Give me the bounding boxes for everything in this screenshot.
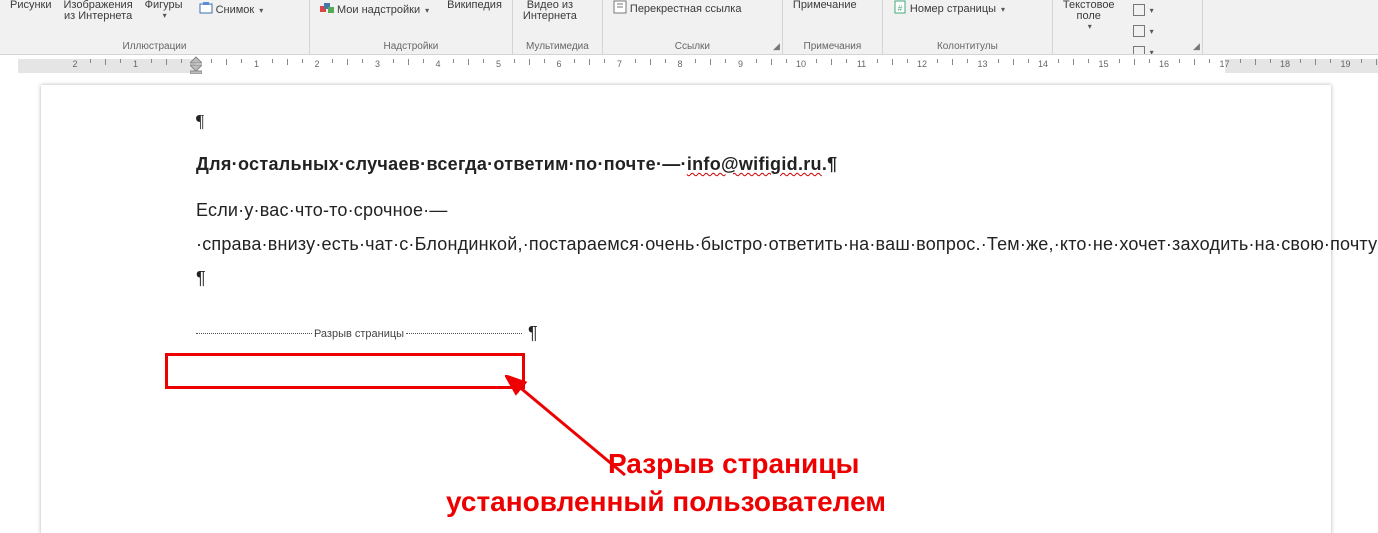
page-break-label: Разрыв страницы: [312, 328, 406, 340]
cross-reference-label: Перекрестная ссылка: [630, 4, 742, 15]
ruler-number: 9: [738, 59, 743, 69]
group-label-headerfooter: Колонтитулы: [889, 41, 1046, 54]
ruler-number: 16: [1159, 59, 1169, 69]
cross-reference-button[interactable]: Перекрестная ссылка: [609, 0, 746, 19]
chevron-down-icon: ▾: [425, 6, 429, 15]
horizontal-ruler[interactable]: 2112345678910111213141516171819: [0, 55, 1378, 75]
annotation-text-line2: установленный пользователем: [446, 485, 886, 519]
online-images-label: Изображения из Интернета: [64, 0, 133, 22]
page-number-icon: #: [893, 0, 907, 19]
ruler-number: 12: [917, 59, 927, 69]
chevron-down-icon: ▾: [1150, 6, 1154, 15]
document-stage: ¶ Для·остальных·случаев·всегда·ответим·п…: [0, 75, 1378, 533]
quick-parts-button[interactable]: ▾: [1129, 0, 1158, 20]
pilcrow-mark: ¶: [196, 111, 1176, 132]
online-video-button[interactable]: Видео из Интернета: [519, 0, 581, 36]
bold-text: Для·остальных·случаев·всегда·ответим·по·…: [196, 154, 687, 174]
text-box-label: Текстовое поле: [1063, 0, 1115, 22]
ribbon-group-comments: Примечание Примечания: [783, 0, 883, 54]
my-addins-button[interactable]: Мои надстройки ▾: [316, 0, 433, 20]
quick-parts-icon: [1133, 4, 1145, 16]
chevron-down-icon: ▾: [163, 11, 167, 20]
text-box-button[interactable]: Текстовое поле ▾: [1059, 0, 1119, 36]
annotation-text-line1: Разрыв страницы: [608, 447, 859, 481]
ruler-number: 8: [677, 59, 682, 69]
ruler-number: 6: [556, 59, 561, 69]
chevron-down-icon: ▾: [1088, 22, 1092, 31]
page-number-label: Номер страницы: [910, 4, 996, 15]
shapes-button[interactable]: Фигуры ▾: [141, 0, 187, 36]
svg-text:#: #: [898, 4, 903, 13]
my-addins-label: Мои надстройки: [337, 5, 420, 16]
drop-cap-icon: [1133, 46, 1145, 55]
ruler-number: 13: [977, 59, 987, 69]
ribbon-group-links: Перекрестная ссылка Ссылки ◢: [603, 0, 783, 54]
wikipedia-button[interactable]: Википедия: [443, 0, 506, 36]
group-label-illustrations: Иллюстрации: [6, 41, 303, 54]
ribbon-group-media: Видео из Интернета Мультимедиа: [513, 0, 603, 54]
pictures-label: Рисунки: [10, 0, 52, 11]
ruler-number: 19: [1340, 59, 1350, 69]
page-number-button[interactable]: # Номер страницы ▾: [889, 0, 1009, 19]
chevron-down-icon: ▾: [1150, 27, 1154, 36]
ribbon-group-addins: Мои надстройки ▾ Википедия Надстройки: [310, 0, 513, 54]
group-label-links: Ссылки: [609, 41, 776, 54]
chevron-down-icon: ▾: [1001, 5, 1005, 14]
bold-paragraph: Для·остальных·случаев·всегда·ответим·по·…: [196, 154, 1176, 175]
online-video-label: Видео из Интернета: [523, 0, 577, 22]
ruler-number: 14: [1038, 59, 1048, 69]
ruler-number: 3: [375, 59, 380, 69]
pilcrow-mark: ¶: [528, 323, 538, 344]
screenshot-button[interactable]: Снимок ▾: [195, 0, 268, 20]
online-images-button[interactable]: Изображения из Интернета: [60, 0, 137, 36]
ruler-number: 2: [72, 59, 77, 69]
ruler-number: 18: [1280, 59, 1290, 69]
ruler-number: 2: [314, 59, 319, 69]
email-text: info@wifigid.ru: [687, 154, 822, 174]
ribbon: Рисунки Изображения из Интернета Фигуры …: [0, 0, 1378, 55]
dialog-launcher-icon[interactable]: ◢: [1193, 41, 1200, 52]
body-paragraph: Если·у·вас·что-то·срочное·—·справа·внизу…: [196, 193, 1176, 295]
drop-cap-button[interactable]: ▾: [1129, 42, 1158, 55]
page-break-rule: [196, 333, 312, 334]
addins-icon: [320, 1, 334, 20]
screenshot-icon: [199, 1, 213, 20]
chevron-down-icon: ▾: [1150, 48, 1154, 56]
screenshot-label: Снимок: [216, 5, 255, 16]
group-label-comments: Примечания: [789, 41, 876, 54]
pictures-button[interactable]: Рисунки: [6, 0, 56, 36]
ruler-number: 17: [1219, 59, 1229, 69]
comment-button[interactable]: Примечание: [789, 0, 861, 36]
annotation-rectangle: [165, 353, 525, 389]
ruler-number: 1: [133, 59, 138, 69]
bold-text-tail: .¶: [822, 154, 838, 174]
wordart-icon: [1133, 25, 1145, 37]
group-label-media: Мультимедиа: [519, 41, 596, 54]
chevron-down-icon: ▾: [259, 6, 263, 15]
ruler-number: 7: [617, 59, 622, 69]
wordart-button[interactable]: ▾: [1129, 21, 1158, 41]
ruler-number: 10: [796, 59, 806, 69]
comment-label: Примечание: [793, 0, 857, 11]
page-break-marker: Разрыв страницы ¶: [196, 323, 1176, 344]
page-break-rule: [406, 333, 522, 334]
ruler-number: 1: [254, 59, 259, 69]
shapes-label: Фигуры: [145, 0, 183, 11]
group-label-addins: Надстройки: [316, 41, 506, 54]
ribbon-group-text: Текстовое поле ▾ ▾ ▾ ▾ Текст ◢: [1053, 0, 1203, 54]
ruler-number: 5: [496, 59, 501, 69]
wikipedia-label: Википедия: [447, 0, 502, 11]
ribbon-group-illustrations: Рисунки Изображения из Интернета Фигуры …: [0, 0, 310, 54]
dialog-launcher-icon[interactable]: ◢: [773, 41, 780, 52]
ruler-number: 4: [435, 59, 440, 69]
ribbon-group-headerfooter: # Номер страницы ▾ Колонтитулы: [883, 0, 1053, 54]
ruler-number: 11: [857, 59, 866, 69]
cross-reference-icon: [613, 0, 627, 19]
indent-marker-icon[interactable]: [190, 56, 202, 74]
ruler-number: 15: [1098, 59, 1108, 69]
